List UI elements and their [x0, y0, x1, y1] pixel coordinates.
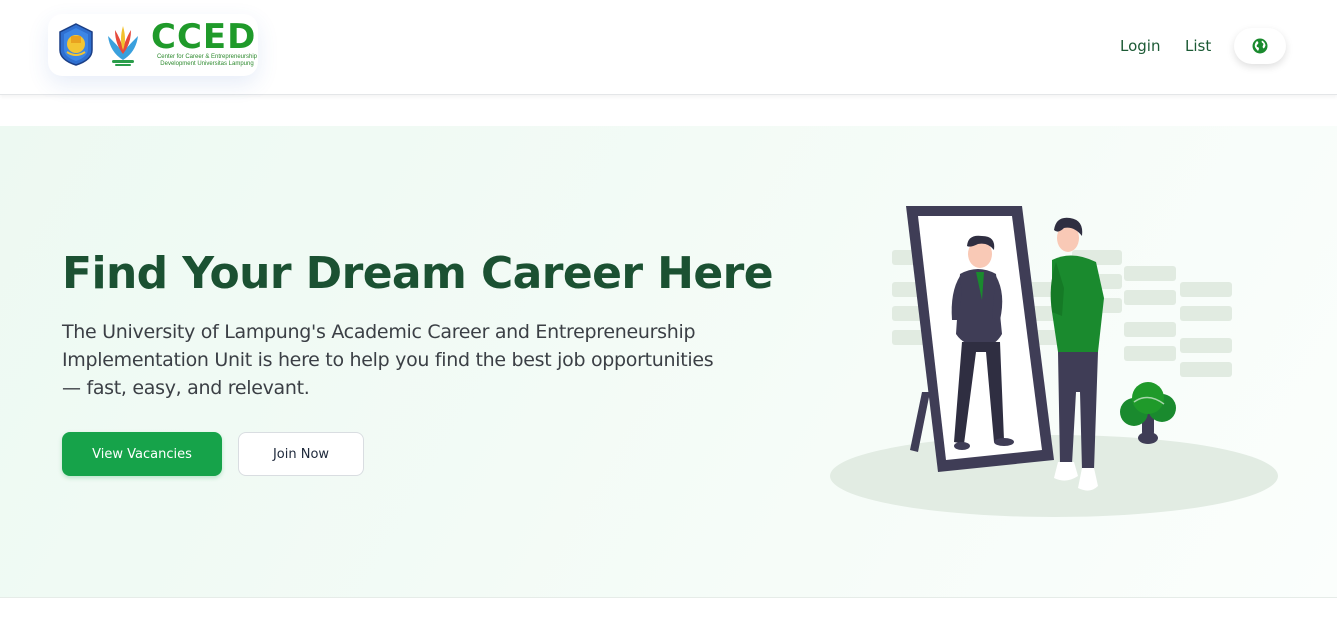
view-vacancies-button[interactable]: View Vacancies: [62, 432, 222, 476]
cced-emblem-icon: [108, 26, 138, 66]
nav-list-link[interactable]: List: [1185, 36, 1211, 56]
brand-subtitle-line1: Center for Career & Entrepreneurship: [156, 54, 258, 60]
join-now-button[interactable]: Join Now: [238, 432, 364, 476]
language-switch-button[interactable]: [1234, 28, 1286, 64]
nav-login-link[interactable]: Login: [1120, 36, 1160, 56]
hero-title: Find Your Dream Career Here: [62, 248, 774, 299]
hero-description: The University of Lampung's Academic Car…: [62, 321, 714, 399]
hero-section: Find Your Dream Career Here The Universi…: [0, 126, 1337, 598]
site-header: CCED Center for Career & Entrepreneurshi…: [0, 0, 1337, 95]
hero-illustration: [830, 206, 1278, 517]
site-logo[interactable]: CCED Center for Career & Entrepreneurshi…: [48, 14, 258, 76]
globe-icon: [1252, 38, 1268, 54]
university-emblem-icon: [59, 23, 93, 66]
brand-subtitle: Center for Career & Entrepreneurship Dev…: [152, 54, 262, 68]
brand-subtitle-line2: Development Universitas Lampung: [160, 61, 254, 67]
brand-name: CCED: [151, 17, 257, 57]
